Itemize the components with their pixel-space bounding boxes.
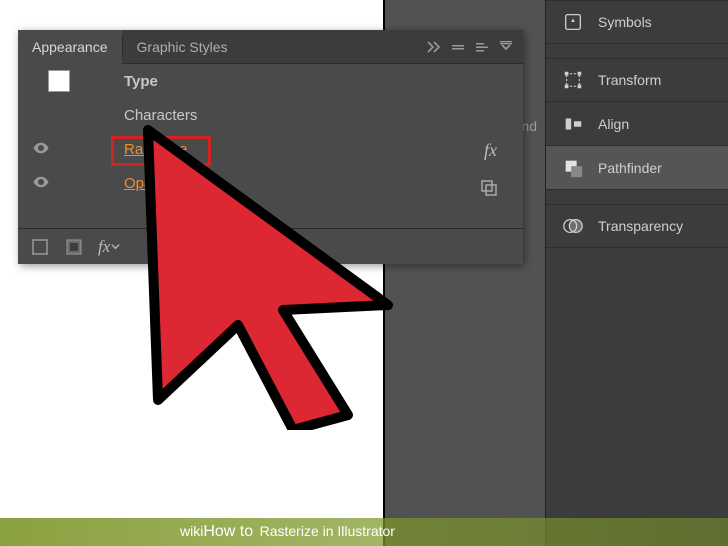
rail-label-transform: Transform	[598, 72, 661, 88]
rail-label-pathfinder: Pathfinder	[598, 160, 662, 176]
duplicate-icon[interactable]	[479, 178, 499, 198]
watermark-bar: wikiHow to Rasterize in Illustrator	[0, 518, 728, 546]
double-arrow-icon[interactable]	[425, 38, 443, 56]
rail-label-align: Align	[598, 116, 629, 132]
tab-appearance[interactable]: Appearance	[18, 30, 122, 64]
rail-label-symbols: Symbols	[598, 14, 652, 30]
rail-item-transform[interactable]: Transform	[546, 58, 728, 102]
panel-menu-icon[interactable]	[497, 38, 515, 56]
add-effect-button[interactable]: fx	[98, 237, 120, 257]
characters-label: Characters	[80, 107, 523, 124]
visibility-icon[interactable]	[32, 139, 50, 160]
type-row[interactable]: Type	[18, 64, 523, 98]
watermark-brand: wikiHow to Rasterize in Illustrator	[180, 523, 395, 541]
truncated-text-nd: nd	[521, 118, 537, 134]
type-label: Type	[80, 73, 523, 90]
appearance-panel: Appearance Graphic Styles Type Character…	[18, 30, 523, 264]
rail-item-symbols[interactable]: Symbols	[546, 0, 728, 44]
fx-indicator[interactable]: fx	[484, 140, 497, 161]
opacity-row[interactable]: Opacity: De	[18, 166, 523, 200]
appearance-footer: fx	[18, 228, 523, 264]
panel-icon-1[interactable]	[449, 38, 467, 56]
panel-tabs: Appearance Graphic Styles	[18, 30, 523, 64]
characters-row[interactable]: Characters	[18, 98, 523, 132]
tab-graphic-styles[interactable]: Graphic Styles	[123, 30, 242, 64]
rasterize-row[interactable]: Rasterize	[18, 132, 523, 166]
rail-label-transparency: Transparency	[598, 218, 683, 234]
opacity-label[interactable]: Opacity: De	[80, 175, 523, 192]
rail-item-transparency[interactable]: Transparency	[546, 204, 728, 248]
no-selection-icon[interactable]	[30, 237, 50, 257]
clear-appearance-icon[interactable]	[64, 237, 84, 257]
right-rail: Symbols Transform Align Pathfinder Trans…	[545, 0, 728, 546]
rail-item-pathfinder[interactable]: Pathfinder	[546, 146, 728, 190]
visibility-icon[interactable]	[32, 173, 50, 194]
rasterize-label[interactable]: Rasterize	[80, 141, 523, 158]
panel-icon-2[interactable]	[473, 38, 491, 56]
rail-item-align[interactable]: Align	[546, 102, 728, 146]
fill-swatch[interactable]	[48, 70, 70, 92]
